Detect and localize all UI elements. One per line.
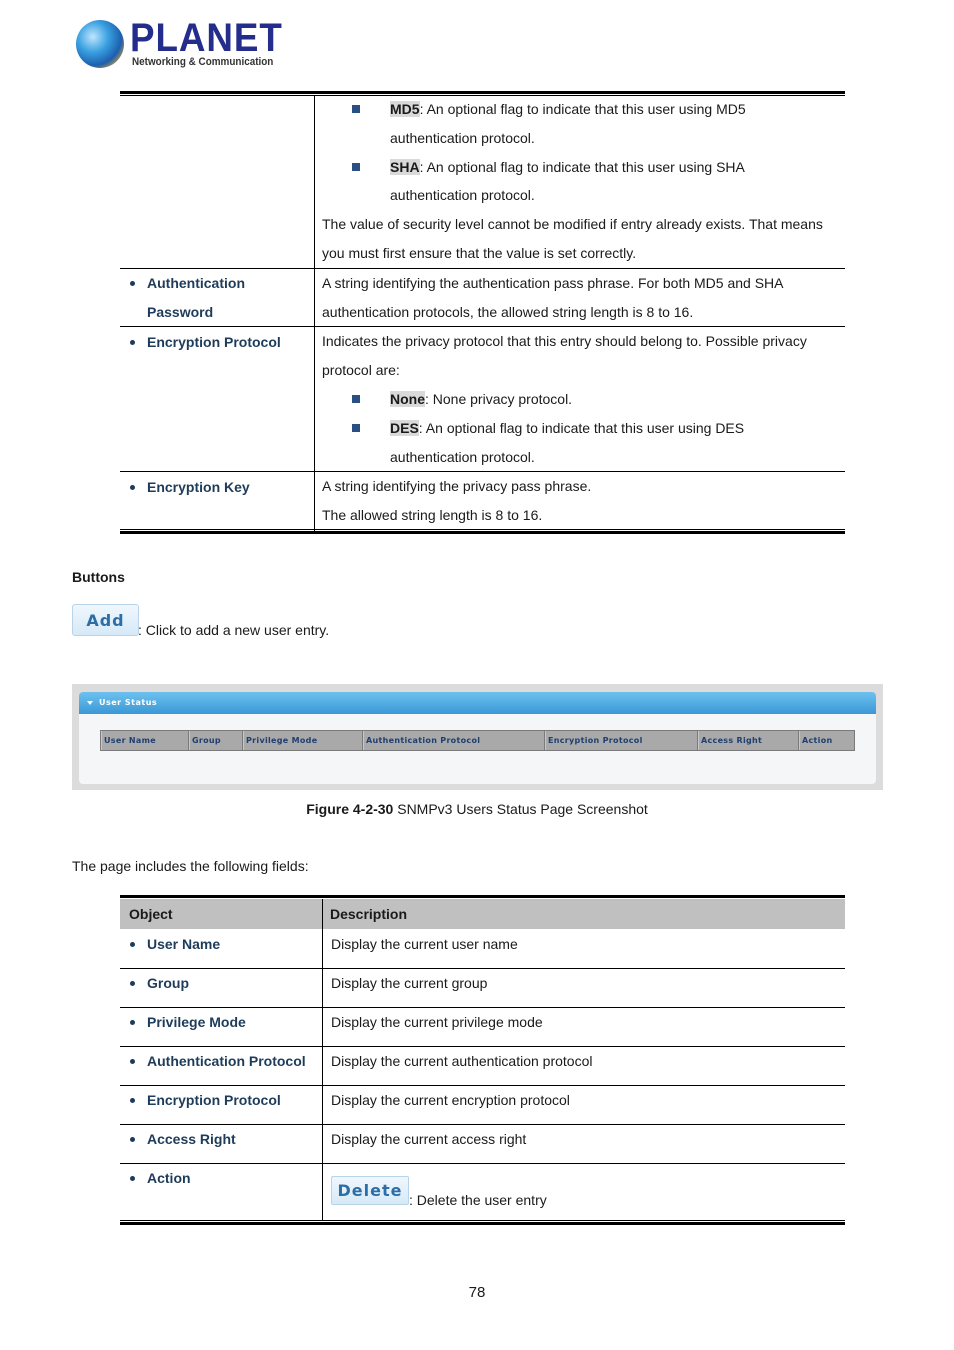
flag-desc: : An optional flag to indicate that this… [419, 159, 745, 175]
object-label: Authentication [147, 275, 245, 291]
flag-label: MD5 [390, 101, 420, 117]
sha-item-cont: authentication protocol. [390, 187, 535, 203]
flag-desc: : An optional flag to indicate that this… [418, 420, 745, 436]
square-bullet-icon [352, 163, 360, 171]
delete-button[interactable]: Delete [331, 1176, 409, 1205]
column-divider [322, 899, 323, 1220]
description: Display the current group [331, 975, 488, 991]
des-item: DES: An optional flag to indicate that t… [390, 414, 744, 443]
buttons-heading: Buttons [72, 569, 125, 585]
table-top-rule [120, 91, 845, 94]
bullet-icon [130, 1176, 135, 1181]
table-rule [120, 1163, 845, 1164]
bullet-icon [130, 942, 135, 947]
bullet-icon [130, 485, 135, 490]
object-label: Group [147, 975, 189, 991]
flag-desc: : None privacy protocol. [425, 391, 573, 407]
bullet-icon [130, 1020, 135, 1025]
page-number: 78 [468, 1284, 486, 1301]
column-header-authentication-protocol: Authentication Protocol [363, 731, 545, 750]
object-label: Encryption Protocol [147, 334, 281, 350]
description: authentication protocols, the allowed st… [322, 304, 694, 320]
planet-logo: PLANET Networking & Communication [76, 16, 282, 72]
square-bullet-icon [352, 424, 360, 432]
description: A string identifying the privacy pass ph… [322, 478, 592, 494]
add-button[interactable]: Add [72, 604, 139, 636]
description: Display the current encryption protocol [331, 1092, 570, 1108]
globe-icon [76, 20, 124, 68]
bullet-icon [130, 340, 135, 345]
description: Display the current privilege mode [331, 1014, 543, 1030]
bullet-icon [130, 1098, 135, 1103]
column-header-privilege-mode: Privilege Mode [243, 731, 363, 750]
description: Display the current user name [331, 936, 518, 952]
column-header-encryption-protocol: Encryption Protocol [545, 731, 698, 750]
panel-header: User Status [79, 692, 876, 714]
table-header-row: Object Description [120, 899, 845, 929]
object-label: Encryption Protocol [147, 1092, 281, 1108]
description: The allowed string length is 8 to 16. [322, 507, 543, 523]
flag-label: None [390, 391, 425, 407]
logo-tagline: Networking & Communication [132, 56, 274, 68]
column-header-group: Group [189, 731, 243, 750]
square-bullet-icon [352, 395, 360, 403]
logo-brand: PLANET [130, 16, 283, 60]
column-divider [314, 95, 315, 531]
figure-number: Figure 4-2-30 [306, 801, 394, 817]
table-bottom-rule [120, 1222, 845, 1225]
description: Display the current authentication proto… [331, 1053, 593, 1069]
header-description: Description [330, 906, 408, 922]
object-label: Encryption Key [147, 479, 250, 495]
description: : Delete the user entry [409, 1192, 547, 1208]
description: protocol are: [322, 362, 400, 378]
object-label: Authentication Protocol [147, 1053, 306, 1069]
bullet-icon [130, 1059, 135, 1064]
object-label: Password [147, 304, 214, 320]
object-label: Action [147, 1170, 191, 1186]
column-header-action: Action [799, 731, 854, 750]
object-label: User Name [147, 936, 221, 952]
user-status-table: User Name Group Privilege Mode Authentic… [100, 730, 855, 751]
note-line: you must first ensure that the value is … [322, 245, 637, 261]
table-rule [120, 1220, 845, 1221]
description: A string identifying the authentication … [322, 275, 784, 291]
column-header-access-right: Access Right [698, 731, 799, 750]
bullet-icon [130, 1137, 135, 1142]
note-line: The value of security level cannot be mo… [322, 216, 823, 232]
object-label: Privilege Mode [147, 1014, 246, 1030]
table-top-rule [120, 895, 845, 898]
column-header-user-name: User Name [101, 731, 189, 750]
des-item-cont: authentication protocol. [390, 449, 535, 465]
object-label: Access Right [147, 1131, 236, 1147]
md5-item: MD5: An optional flag to indicate that t… [390, 95, 746, 124]
none-item: None: None privacy protocol. [390, 385, 572, 414]
table-bottom-rule [120, 531, 845, 534]
intro-text: The page includes the following fields: [72, 858, 309, 874]
panel-title: User Status [99, 698, 158, 707]
bullet-icon [130, 281, 135, 286]
square-bullet-icon [352, 105, 360, 113]
user-status-screenshot: User Status User Name Group Privilege Mo… [72, 684, 883, 790]
flag-desc: : An optional flag to indicate that this… [419, 101, 746, 117]
md5-item-cont: authentication protocol. [390, 130, 535, 146]
header-object: Object [129, 906, 173, 922]
bullet-icon [130, 981, 135, 986]
description: Indicates the privacy protocol that this… [322, 333, 807, 349]
flag-label: SHA [390, 159, 420, 175]
table-rule [120, 529, 845, 530]
description: Display the current access right [331, 1131, 527, 1147]
figure-caption: Figure 4-2-30 SNMPv3 Users Status Page S… [0, 801, 954, 817]
add-button-desc: : Click to add a new user entry. [138, 622, 330, 638]
flag-label: DES [390, 420, 419, 436]
sha-item: SHA: An optional flag to indicate that t… [390, 153, 745, 182]
figure-title: SNMPv3 Users Status Page Screenshot [393, 801, 648, 817]
user-status-panel: User Status User Name Group Privilege Mo… [79, 692, 876, 784]
collapse-triangle-icon[interactable] [87, 701, 93, 705]
